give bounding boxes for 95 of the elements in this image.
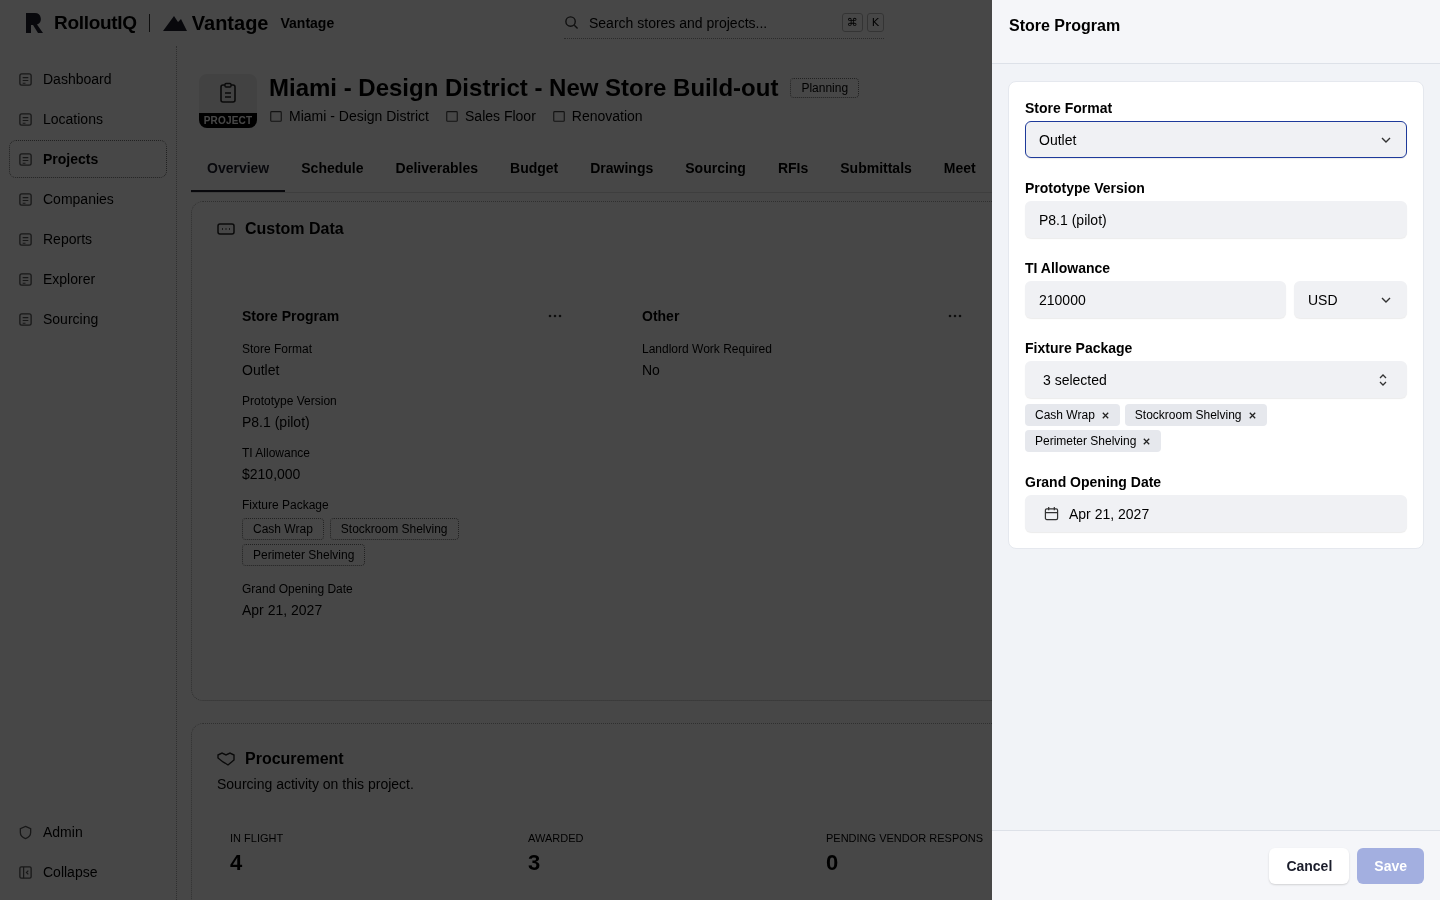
search-icon [564, 15, 579, 30]
card-subtitle: Sourcing activity on this project. [217, 776, 415, 792]
stat-label: IN FLIGHT [230, 832, 285, 844]
nav-icon [18, 311, 33, 327]
status-badge: Planning [790, 78, 860, 98]
tab[interactable]: Meet [927, 146, 992, 192]
meta-icon [445, 109, 459, 123]
select-field[interactable]: Outlet [1025, 121, 1407, 158]
stat-label: PENDING VENDOR RESPONS [826, 832, 985, 844]
date-field[interactable]: Apr 21, 2027 [1025, 495, 1407, 532]
mountain-icon [161, 14, 188, 32]
nav-icon [18, 191, 33, 207]
field-label: Store Format [1025, 100, 1114, 116]
field-label: Store Format [242, 342, 314, 356]
remove-icon[interactable] [1100, 410, 1110, 420]
meta-icon [551, 109, 566, 123]
tab[interactable]: Submittals [824, 146, 928, 192]
sidebar-item[interactable]: Reports [10, 221, 166, 257]
nav-icon [18, 271, 33, 287]
field-label: Prototype Version [242, 394, 338, 408]
keyboard-icon [217, 222, 235, 236]
currency-select[interactable]: USD [1294, 281, 1407, 318]
sidebar-item[interactable]: Admin [10, 814, 166, 850]
field-label: Prototype Version [1025, 180, 1146, 196]
field-label: Fixture Package [242, 498, 330, 512]
group-title: Store Program [242, 308, 340, 324]
tab[interactable]: Schedule [285, 146, 380, 192]
tab[interactable]: RFIs [761, 146, 825, 192]
sidebar-item[interactable]: Collapse [10, 854, 166, 890]
tab[interactable]: Drawings [574, 146, 670, 192]
collapse-icon [18, 864, 33, 880]
tab[interactable]: Deliverables [379, 146, 494, 192]
field-value: P8.1 (pilot) [242, 414, 311, 430]
tag: Cash Wrap [242, 518, 324, 540]
field-value: $210,000 [242, 466, 302, 482]
field-value: Outlet [242, 362, 281, 378]
field-label: TI Allowance [242, 446, 312, 460]
meta-text: Renovation [571, 108, 643, 124]
stat-label: AWARDED [528, 832, 585, 844]
nav-icon [18, 71, 33, 87]
sidebar-item[interactable]: Explorer [10, 261, 166, 297]
tag: Stockroom Shelving [329, 518, 459, 540]
sidebar-item[interactable]: Companies [10, 181, 166, 217]
workspace-name: Vantage [280, 15, 335, 31]
tag-chip: Stockroom Shelving [1124, 404, 1267, 426]
card-title: Procurement [245, 750, 344, 768]
meta-text: Miami - Design District [289, 108, 429, 124]
stat-value: 4 [230, 850, 244, 876]
tab[interactable]: Overview [191, 146, 286, 192]
sidebar-item[interactable]: Sourcing [10, 301, 166, 337]
project-label: PROJECT [199, 113, 257, 128]
cancel-button[interactable]: Cancel [1269, 847, 1350, 884]
logo-text: RolloutIQ [54, 12, 137, 34]
partner-logo: Vantage [191, 11, 269, 35]
panel-title: Store Program [1009, 17, 1121, 34]
field-label: Fixture Package [1025, 340, 1134, 356]
field-value: Apr 21, 2027 [242, 602, 324, 618]
multi-select-field[interactable]: 3 selected [1025, 361, 1407, 398]
shortcut-key: ⌘ [841, 13, 863, 32]
nav-icon [18, 231, 33, 247]
tab[interactable]: Budget [494, 146, 575, 192]
sidebar-item[interactable]: Projects [10, 141, 166, 177]
tab[interactable]: Sourcing [669, 146, 762, 192]
group-title: Other [642, 308, 680, 324]
clipboard-icon [218, 82, 238, 104]
remove-icon[interactable] [1142, 436, 1152, 446]
field-label: Grand Opening Date [1025, 474, 1163, 490]
calendar-icon [1044, 506, 1059, 521]
sidebar-item[interactable]: Dashboard [10, 61, 166, 97]
input-field[interactable]: P8.1 (pilot) [1025, 201, 1407, 238]
stat-value: 3 [528, 850, 542, 876]
tag-chip: Perimeter Shelving [1025, 430, 1162, 452]
field-label: Landlord Work Required [642, 342, 773, 356]
nav-icon [18, 151, 33, 167]
shield-icon [18, 824, 33, 840]
search-field[interactable]: Search stores and projects... [587, 13, 834, 32]
field-label: TI Allowance [1025, 260, 1112, 276]
logo-icon [24, 11, 46, 35]
field-value: No [642, 362, 661, 378]
field-label: Grand Opening Date [242, 582, 354, 596]
shortcut-key: K [866, 13, 884, 32]
chevron-down-icon [1380, 135, 1392, 144]
stat-value: 0 [826, 850, 840, 876]
chevron-down-icon [1380, 295, 1392, 304]
tag-chip: Cash Wrap [1025, 404, 1120, 426]
chevron-up-down-icon [1378, 372, 1388, 387]
remove-icon[interactable] [1247, 410, 1257, 420]
input-field[interactable]: 210000 [1025, 281, 1286, 318]
meta-text: Sales Floor [465, 108, 536, 124]
sidebar-item[interactable]: Locations [10, 101, 166, 137]
nav-icon [18, 111, 33, 127]
tag: Perimeter Shelving [242, 544, 366, 566]
project-title: Miami - Design District - New Store Build-out [269, 74, 779, 102]
card-title: Custom Data [245, 220, 344, 238]
meta-icon [269, 109, 283, 123]
